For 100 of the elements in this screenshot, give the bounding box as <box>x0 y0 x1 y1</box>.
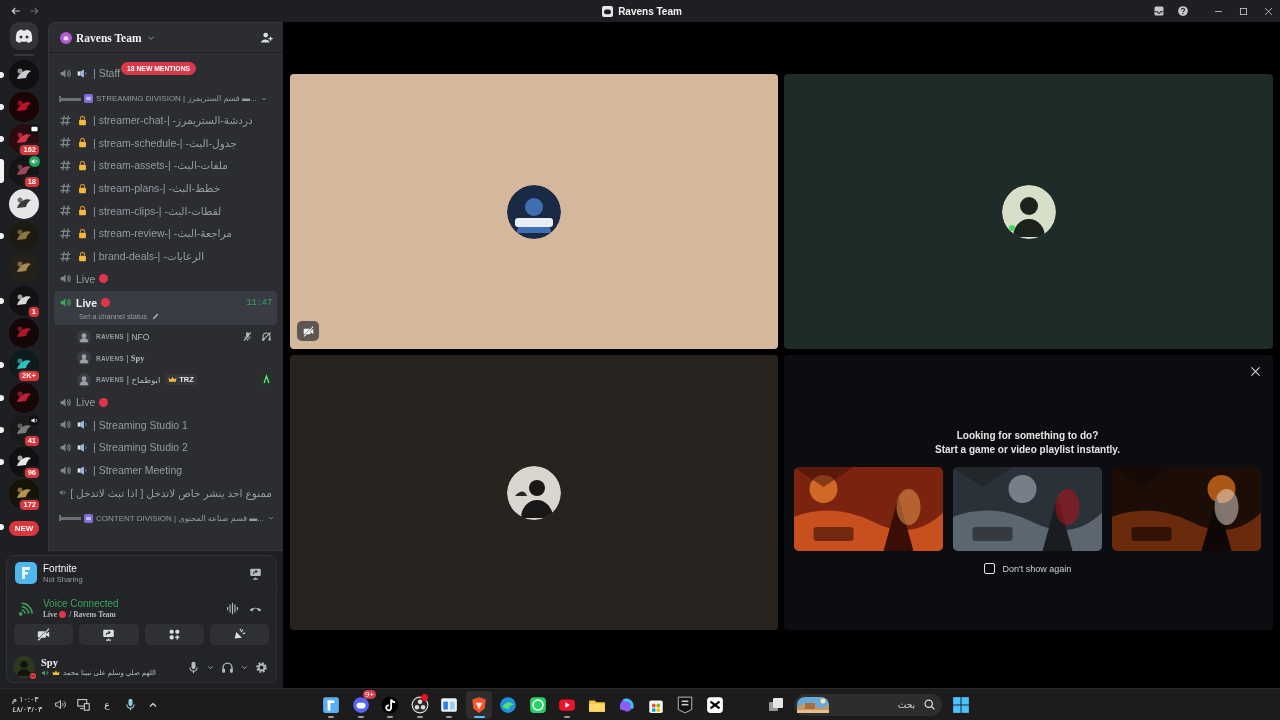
clock-time[interactable]: ١٠:٠٣ م <box>12 694 39 705</box>
channel-name[interactable]: | streamer-chat-| -دردشة-الستريمرز <box>93 114 253 127</box>
app-icon <box>602 5 614 17</box>
server-icon[interactable] <box>9 285 39 316</box>
language-indicator[interactable]: ع <box>104 699 110 710</box>
network-icon[interactable] <box>77 698 91 711</box>
channel-name[interactable]: Live <box>76 296 97 309</box>
checkbox[interactable] <box>983 563 995 574</box>
channel-name[interactable]: Live <box>76 396 96 409</box>
channel-name[interactable]: | Streamer Meeting <box>93 464 183 477</box>
voice-channel-icon <box>59 418 72 432</box>
emblem-icon <box>84 513 93 523</box>
clock-date[interactable]: ٤٨/٠٣/٠٣ <box>12 704 43 715</box>
noise-icon[interactable] <box>226 602 239 615</box>
add-member-icon[interactable] <box>260 31 273 44</box>
member-name: | NFO <box>126 331 150 342</box>
share-screen-icon <box>102 628 116 641</box>
game-icon <box>15 562 37 584</box>
task-view-icon[interactable] <box>768 696 784 713</box>
headphones-icon[interactable] <box>221 660 234 674</box>
user-avatar <box>13 656 35 678</box>
wave-icon <box>499 695 518 714</box>
checkbox-label[interactable]: Don't show again <box>1002 563 1072 574</box>
soundboard-icon <box>232 628 246 641</box>
share-screen-button[interactable] <box>79 624 139 645</box>
microphone-icon[interactable] <box>187 660 200 674</box>
avatar-icon <box>77 351 91 366</box>
phone-icon <box>528 695 547 714</box>
home-icon[interactable] <box>10 22 38 50</box>
clapper-icon <box>705 695 724 714</box>
activities-button[interactable] <box>144 624 204 645</box>
hash-icon <box>59 158 72 172</box>
swirl-icon <box>617 695 636 714</box>
chat-icon <box>351 695 370 714</box>
video-off-icon <box>302 325 314 337</box>
prompt-title: Looking for something to do? <box>956 429 1099 443</box>
channel-name[interactable]: | stream-plans-| -خطط-البث <box>93 182 221 195</box>
maximize-icon[interactable] <box>1238 5 1249 17</box>
channel-name[interactable]: | stream-schedule-| -جدول-البث <box>93 136 237 149</box>
voice-channel-icon <box>59 463 72 477</box>
microphone-icon[interactable] <box>123 698 137 711</box>
avatar-icon <box>77 329 91 344</box>
server-name[interactable]: Ravens Team <box>76 31 142 44</box>
shield-icon <box>469 695 488 714</box>
voice-channel-icon <box>59 440 72 454</box>
category-name[interactable]: CONTENT DIVISION | قسم صناعة المحتوى ▬... <box>96 513 264 523</box>
video-tile[interactable] <box>290 355 778 630</box>
close-icon[interactable] <box>1263 5 1274 17</box>
help-icon[interactable] <box>1177 5 1189 17</box>
camera-off-button[interactable] <box>14 624 74 645</box>
window-title: Ravens Team <box>618 5 682 17</box>
server-icon[interactable] <box>9 59 39 90</box>
game-name: Fortnite <box>43 562 78 574</box>
taskbar-app[interactable]: 9+ <box>347 690 374 719</box>
category-name[interactable]: STREAMING DIVISION | قسم الستريمرز ▬... <box>96 94 257 104</box>
member-name: | ابوطماح <box>126 374 161 385</box>
hash-icon <box>59 136 72 150</box>
settings-icon[interactable] <box>255 660 268 674</box>
hash-icon <box>59 226 72 240</box>
taskbar-app[interactable] <box>465 690 492 719</box>
channel-name[interactable]: | Staff <box>93 67 121 80</box>
voice-channel-icon <box>59 66 72 80</box>
server-icon[interactable] <box>9 188 39 219</box>
hash-icon <box>59 181 72 195</box>
start-icon[interactable] <box>952 695 970 714</box>
soundboard-button[interactable] <box>209 624 269 645</box>
username: Spy <box>41 657 59 668</box>
hash-icon <box>59 249 72 263</box>
channel-name[interactable]: | stream-clips-| -لقطات-البث <box>93 204 222 217</box>
close-icon[interactable] <box>1250 366 1261 377</box>
crown-icon <box>168 375 178 385</box>
server-header[interactable]: Ravens Team <box>49 23 283 53</box>
search-bar[interactable]: بحث <box>794 693 942 716</box>
avatar <box>1001 184 1056 239</box>
search-field[interactable]: بحث <box>835 698 917 711</box>
channel-name[interactable]: ممنوع احد ينشر خاص لاتدخل [ اذا تبث لاتدخل ] <box>70 486 272 499</box>
new-badge[interactable]: NEW <box>8 521 40 537</box>
search-icon <box>923 698 936 711</box>
video-tile[interactable] <box>784 74 1273 349</box>
tile-icon <box>322 695 341 714</box>
forward-icon[interactable] <box>28 5 40 17</box>
emblem-icon <box>84 94 93 104</box>
inbox-icon[interactable] <box>1153 5 1165 17</box>
channel-name[interactable]: | stream-review-| -مراجعة-البث <box>93 227 232 240</box>
video-tile[interactable] <box>290 74 778 349</box>
connection-status: Voice Connected <box>43 598 119 609</box>
prompt-subtitle: Start a game or video playlist instantly. <box>935 442 1120 456</box>
channel-name[interactable]: | stream-assets-| -ملفات-البث <box>93 159 228 172</box>
back-icon[interactable] <box>10 5 22 17</box>
connection-icon <box>19 601 33 616</box>
voice-channel-icon <box>59 395 72 409</box>
notification-badge: 9+ <box>362 689 376 699</box>
channel-name[interactable]: | Streaming Studio 2 <box>93 441 188 454</box>
volume-icon[interactable] <box>54 698 68 711</box>
channel-name[interactable]: | brand-deals-| -الرعايات <box>93 250 205 263</box>
channel-name[interactable]: Live <box>76 272 96 285</box>
camera-off-icon <box>37 628 51 641</box>
share-screen-icon[interactable] <box>249 566 262 580</box>
channel-name[interactable]: | Streaming Studio 1 <box>93 418 188 431</box>
music-note-icon <box>381 695 400 714</box>
